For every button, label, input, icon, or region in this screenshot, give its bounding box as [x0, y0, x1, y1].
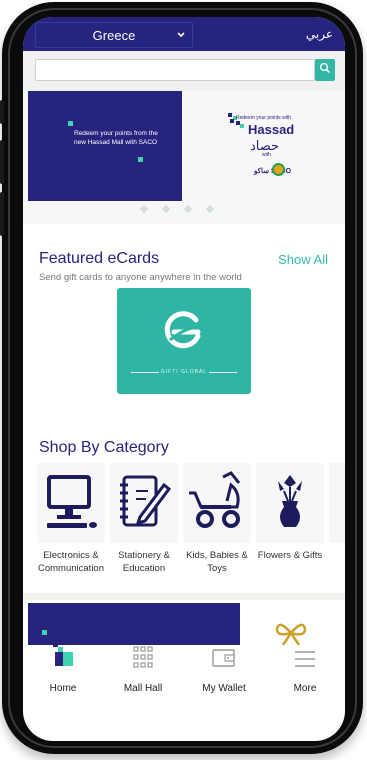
secondary-banner[interactable]	[28, 603, 240, 647]
search-bar	[23, 51, 345, 91]
country-select-value: Greece	[92, 27, 136, 43]
carousel-dot[interactable]	[183, 204, 193, 214]
category-label: Electronics & Communication	[38, 550, 104, 574]
tab-mall-hall[interactable]: Mall Hall	[103, 645, 183, 701]
promo-text: Redeem your points from the new Hassad M…	[74, 130, 158, 146]
category-label: Kids, Babies & Toys	[186, 550, 248, 574]
country-select[interactable]: Greece	[35, 22, 193, 48]
category-kids-babies-toys[interactable]: Kids, Babies & Toys	[183, 463, 251, 583]
search-button[interactable]	[315, 59, 335, 81]
category-tile	[37, 463, 105, 543]
logo-tagline: Redeem your points with	[236, 115, 292, 121]
ecard-gifti-global[interactable]: GIFTI GLOBAL	[117, 288, 251, 394]
section-divider	[23, 593, 345, 600]
shop-by-category-section: Shop By Category Electronics & Communica…	[23, 419, 345, 593]
tab-label: Mall Hall	[123, 683, 163, 694]
stroller-icon	[187, 470, 247, 536]
top-bar: Greece عربي	[23, 17, 345, 51]
decor-square-icon	[42, 630, 47, 635]
show-all-link[interactable]: Show All	[278, 252, 328, 267]
category-electronics[interactable]: Electronics & Communication	[37, 463, 105, 583]
logo-with: with	[262, 152, 271, 158]
category-partial[interactable]	[329, 463, 345, 583]
hassad-logo: Redeem your points with Hassad حصاد with…	[228, 113, 300, 181]
carousel-dot[interactable]	[139, 204, 149, 214]
category-flowers-gifts[interactable]: Flowers & Gifts	[256, 463, 324, 583]
tab-home[interactable]: Home	[23, 642, 103, 701]
carousel-dot[interactable]	[205, 204, 215, 214]
menu-icon	[294, 650, 316, 673]
app-screen: Greece عربي Redeem your points from the …	[23, 17, 345, 741]
carousel-dots	[139, 204, 215, 214]
promo-carousel[interactable]: Redeem your points from the new Hassad M…	[23, 91, 345, 224]
category-tile	[329, 463, 345, 543]
gifti-logo-icon	[160, 308, 208, 361]
ecard-brand: GIFTI GLOBAL	[160, 369, 208, 375]
featured-ecards-section: Featured eCards Show All Send gift cards…	[23, 230, 345, 413]
category-label: Stationery & Education	[118, 550, 170, 574]
computer-icon	[43, 471, 99, 536]
logo-name: Hassad	[248, 122, 295, 137]
category-stationery[interactable]: Stationery & Education	[110, 463, 178, 583]
notebook-pencil-icon	[116, 471, 172, 536]
section-title: Shop By Category	[39, 439, 169, 456]
grid-icon	[133, 646, 153, 673]
search-input[interactable]	[35, 59, 315, 81]
volume-down-button	[0, 192, 4, 236]
tab-my-wallet[interactable]: My Wallet	[184, 645, 264, 701]
bottom-tab-bar: Home Mall Hall My Wallet More	[23, 642, 345, 701]
language-toggle[interactable]: عربي	[306, 27, 333, 41]
tab-label: More	[293, 683, 317, 694]
decor-square-icon	[138, 157, 143, 162]
search-icon	[319, 61, 331, 79]
category-tile	[110, 463, 178, 543]
saco-logo-icon	[272, 163, 285, 176]
section-title: Featured eCards	[39, 250, 160, 267]
flower-vase-icon	[270, 471, 310, 536]
category-label: Flowers & Gifts	[257, 550, 323, 561]
tab-more[interactable]: More	[265, 645, 345, 701]
category-tile	[183, 463, 251, 543]
tab-label: Home	[49, 683, 77, 694]
section-subtitle: Send gift cards to anyone anywhere in th…	[39, 272, 242, 283]
silent-switch	[0, 100, 4, 124]
category-tile	[256, 463, 324, 543]
promo-banner[interactable]: Redeem your points from the new Hassad M…	[28, 91, 182, 201]
home-logo-icon	[51, 642, 75, 673]
decor-square-icon	[68, 121, 73, 126]
gift-ribbon-icon	[271, 617, 311, 647]
carousel-dot[interactable]	[161, 204, 171, 214]
wallet-icon	[212, 648, 236, 673]
tab-label: My Wallet	[202, 683, 246, 694]
chevron-down-icon	[176, 26, 186, 47]
category-carousel[interactable]: Electronics & Communication Stationery &…	[37, 463, 345, 583]
volume-up-button	[0, 140, 4, 184]
